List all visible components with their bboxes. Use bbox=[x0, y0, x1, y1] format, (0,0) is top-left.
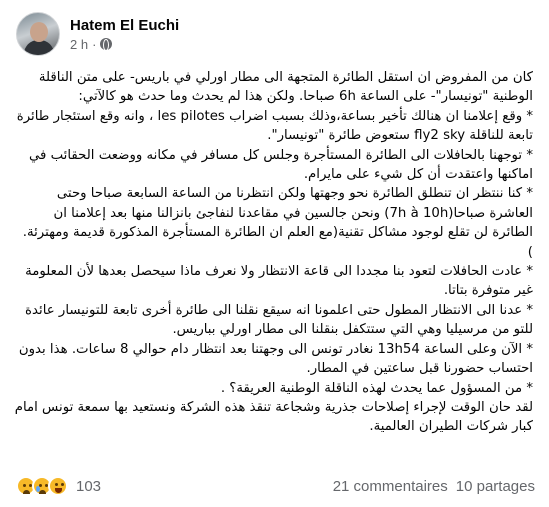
post-paragraph: لقد حان الوقت لإجراء إصلاحات جذرية وشجاع… bbox=[10, 399, 533, 435]
post-paragraph: * عدنا الى الانتظار المطول حتى اعلمونا ا… bbox=[20, 302, 533, 338]
engagement-stats: 21 commentaires 10 partages bbox=[333, 478, 535, 495]
facebook-post: Hatem El Euchi 2 h · كان من المفروض ان ا… bbox=[0, 0, 549, 507]
post-header: Hatem El Euchi 2 h · bbox=[16, 10, 179, 58]
post-paragraph: * الآن وعلى الساعة 13h54 نغادر تونس الى … bbox=[14, 341, 533, 377]
post-paragraph: كان من المفروض ان استقل الطائرة المتجهة … bbox=[34, 70, 533, 105]
haha-emoji-icon bbox=[48, 476, 68, 496]
post-paragraph: * توجهنا بالحافلات الى الطائرة المستأجرة… bbox=[24, 147, 533, 183]
post-paragraph: * عادت الحافلات لتعود بنا مجددا الى قاعة… bbox=[20, 264, 533, 299]
post-paragraph: * كنا ننتظر ان تنطلق الطائرة نحو وجهتها … bbox=[18, 186, 533, 260]
post-body: كان من المفروض ان استقل الطائرة المتجهة … bbox=[14, 68, 533, 437]
reactions-summary[interactable]: 103 bbox=[16, 476, 101, 496]
globe-icon[interactable] bbox=[100, 38, 113, 51]
author-meta: Hatem El Euchi 2 h · bbox=[70, 16, 179, 53]
reaction-count[interactable]: 103 bbox=[76, 478, 101, 495]
post-paragraph: * من المسؤول عما يحدث لهذه الناقلة الوطن… bbox=[220, 380, 533, 396]
post-paragraph: * وقع إعلامنا ان هنالك تأخير بساعة،وذلك … bbox=[12, 108, 533, 144]
author-avatar[interactable] bbox=[16, 12, 60, 56]
author-name[interactable]: Hatem El Euchi bbox=[70, 16, 179, 35]
dot-separator: · bbox=[92, 36, 97, 52]
comments-count[interactable]: 21 commentaires bbox=[333, 478, 448, 495]
post-time[interactable]: 2 h bbox=[70, 36, 88, 53]
shares-count[interactable]: 10 partages bbox=[456, 478, 535, 495]
post-subline: 2 h · bbox=[70, 36, 179, 53]
post-footer: 103 21 commentaires 10 partages bbox=[16, 474, 535, 498]
